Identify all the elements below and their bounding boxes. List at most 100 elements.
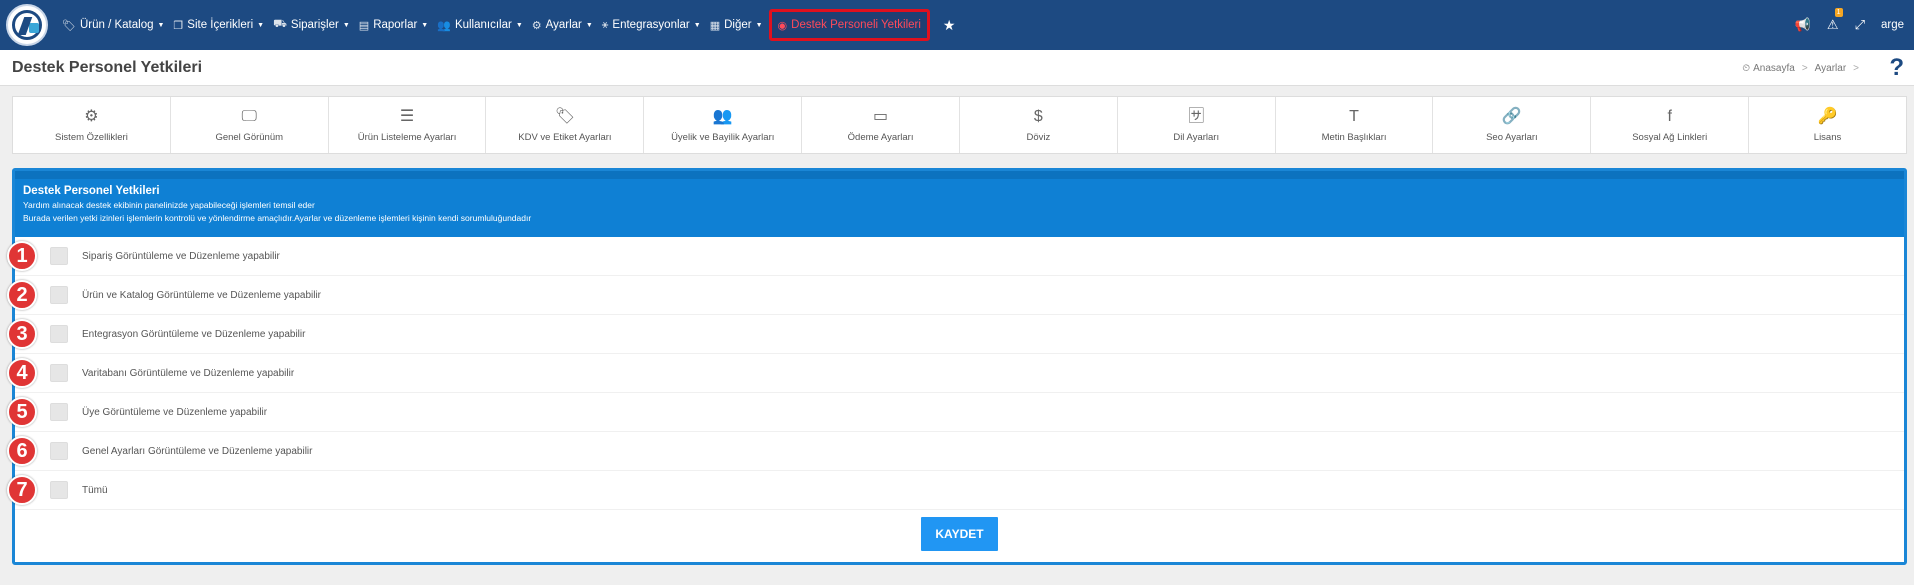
nav-item-entegrasyonlar[interactable]: ⚹ Entegrasyonlar ▼ [602, 0, 701, 50]
nav-item-diger[interactable]: ▦ Diğer ▼ [710, 0, 763, 50]
file-icon: ▤ [358, 19, 370, 32]
key-icon: 🔑 [1817, 108, 1838, 125]
warning-icon[interactable]: ⚠ 1 [1827, 8, 1843, 33]
tab-doviz[interactable]: $ Döviz [960, 97, 1118, 153]
caret-down-icon: ▼ [421, 21, 429, 29]
nav-label: Siparişler [290, 19, 339, 31]
nav-item-urun-katalog[interactable]: 🏷 Ürün / Katalog ▼ [62, 0, 164, 50]
main-nav: 🏷 Ürün / Katalog ▼ ❐ Site İçerikleri ▼ ⛟… [62, 0, 955, 50]
panel-title: Destek Personel Yetkileri [23, 185, 160, 197]
step-number-badge: 7 [7, 475, 37, 505]
permission-checkbox[interactable] [50, 325, 68, 343]
nav-item-siparisler[interactable]: ⛟ Siparişler ▼ [273, 0, 350, 50]
help-icon[interactable]: ? [1889, 54, 1904, 82]
desktop-icon: 🖵 [241, 108, 257, 125]
permission-label: Ürün ve Katalog Görüntüleme ve Düzenleme… [82, 289, 322, 301]
tab-metin-basliklari[interactable]: T Metin Başlıkları [1276, 97, 1434, 153]
user-circle-icon: ◉ [777, 19, 788, 32]
permission-label: Genel Ayarları Görüntüleme ve Düzenleme … [82, 445, 313, 457]
panel-header: Destek Personel Yetkileri Yardım alınaca… [15, 171, 1904, 237]
breadcrumb-ayarlar[interactable]: Ayarlar [1815, 63, 1847, 74]
save-area: KAYDET [15, 510, 1904, 558]
tags-icon: 🏷 [62, 19, 76, 32]
permission-checkbox[interactable] [50, 442, 68, 460]
alert-badge: 1 [1834, 8, 1843, 17]
permission-checkbox[interactable] [50, 403, 68, 421]
tab-sosyal-ag[interactable]: f Sosyal Ağ Linkleri [1591, 97, 1750, 153]
top-right-tools: 📢 ⚠ 1 ⤢ arge [1779, 0, 1904, 50]
tab-genel-gorunum[interactable]: 🖵 Genel Görünüm [171, 97, 329, 153]
nav-label: Diğer [724, 19, 752, 31]
permission-row: 7 Tümü [7, 471, 1904, 510]
caret-down-icon: ▼ [585, 21, 593, 29]
permission-label: Üye Görüntüleme ve Düzenleme yapabilir [82, 406, 268, 418]
nav-item-raporlar[interactable]: ▤ Raporlar ▼ [359, 0, 428, 50]
star-icon[interactable]: ★ [943, 17, 956, 34]
credit-card-icon: ▭ [872, 108, 889, 125]
cogs-icon: ⚙ [84, 108, 99, 125]
megaphone-icon[interactable]: 📢 [1795, 17, 1811, 33]
permission-label: Tümü [82, 484, 108, 496]
caret-down-icon: ▼ [157, 21, 165, 29]
users-icon: 👥 [712, 108, 733, 125]
panel-description: Yardım alınacak destek ekibinin panelini… [23, 200, 315, 210]
tab-label: Lisans [1813, 132, 1842, 143]
nav-item-ayarlar[interactable]: ⚙ Ayarlar ▼ [532, 0, 593, 50]
top-navbar: 🏷 Ürün / Katalog ▼ ❐ Site İçerikleri ▼ ⛟… [0, 0, 1914, 50]
tab-label: Ürün Listeleme Ayarları [357, 132, 457, 143]
permission-list: 1 Sipariş Görüntüleme ve Düzenleme yapab… [7, 237, 1904, 510]
permission-checkbox[interactable] [50, 364, 68, 382]
tab-dil[interactable]: 🈂 Dil Ayarları [1118, 97, 1276, 153]
permission-checkbox[interactable] [50, 286, 68, 304]
truck-icon: ⛟ [273, 18, 287, 30]
step-number-badge: 3 [7, 319, 37, 349]
tab-label: Ödeme Ayarları [847, 132, 914, 143]
permissions-panel: Destek Personel Yetkileri Yardım alınaca… [7, 168, 1907, 565]
tab-urun-listeleme[interactable]: ☰ Ürün Listeleme Ayarları [329, 97, 487, 153]
dollar-icon: $ [1033, 108, 1043, 125]
permission-row: 6 Genel Ayarları Görüntüleme ve Düzenlem… [7, 432, 1904, 471]
users-icon: 👥 [437, 19, 451, 32]
tab-seo[interactable]: 🔗 Seo Ayarları [1433, 97, 1592, 153]
caret-down-icon: ▼ [693, 21, 701, 29]
breadcrumb-separator: > [1801, 62, 1808, 74]
nav-label: Ayarlar [545, 19, 582, 31]
grid-icon: ▦ [709, 19, 721, 32]
nav-label-active: Destek Personeli Yetkileri [791, 19, 921, 31]
permission-checkbox[interactable] [50, 247, 68, 265]
breadcrumb-home[interactable]: Anasayfa [1753, 63, 1795, 74]
nav-label: Raporlar [373, 19, 418, 31]
step-number-badge: 1 [7, 241, 37, 271]
panel-note: Burada verilen yetki izinleri işlemlerin… [23, 213, 532, 223]
breadcrumb-separator: > [1853, 62, 1859, 74]
brand-logo[interactable] [6, 4, 48, 46]
tab-sistem-ozellikleri[interactable]: ⚙ Sistem Özellikleri [13, 97, 171, 153]
step-number-badge: 5 [7, 397, 37, 427]
caret-down-icon: ▼ [515, 21, 523, 29]
nav-label: Kullanıcılar [454, 19, 512, 31]
link-icon: 🔗 [1501, 108, 1522, 125]
expand-icon[interactable]: ⤢ [1855, 17, 1865, 33]
settings-tabs: ⚙ Sistem Özellikleri 🖵 Genel Görünüm ☰ Ü… [12, 96, 1907, 154]
list-icon: ☰ [399, 108, 415, 125]
nav-item-site-icerikleri[interactable]: ❐ Site İçerikleri ▼ [173, 0, 264, 50]
facebook-icon: f [1667, 108, 1672, 125]
user-name[interactable]: arge [1881, 19, 1904, 31]
nav-item-destek-personeli-yetkileri[interactable]: ◉ Destek Personeli Yetkileri [768, 9, 930, 41]
dashboard-icon: ⏲ [1742, 62, 1751, 74]
tab-kdv-etiket[interactable]: 🏷 KDV ve Etiket Ayarları [486, 97, 645, 153]
language-icon: 🈂 [1188, 108, 1205, 125]
text-icon: T [1349, 108, 1359, 125]
sitemap-icon: ⚹ [601, 18, 609, 31]
permission-checkbox-all[interactable] [50, 481, 68, 499]
save-button[interactable]: KAYDET [921, 517, 998, 551]
tab-odeme[interactable]: ▭ Ödeme Ayarları [802, 97, 960, 153]
tab-uyelik-bayilik[interactable]: 👥 Üyelik ve Bayilik Ayarları [644, 97, 803, 153]
nav-item-kullanicilar[interactable]: 👥 Kullanıcılar ▼ [437, 0, 523, 50]
tab-lisans[interactable]: 🔑 Lisans [1749, 97, 1906, 153]
tab-label: Metin Başlıkları [1321, 132, 1387, 143]
tab-label: Sistem Özellikleri [54, 132, 128, 143]
caret-down-icon: ▼ [755, 21, 763, 29]
permission-row: 3 Entegrasyon Görüntüleme ve Düzenleme y… [7, 315, 1904, 354]
nav-label: Entegrasyonlar [612, 19, 690, 31]
